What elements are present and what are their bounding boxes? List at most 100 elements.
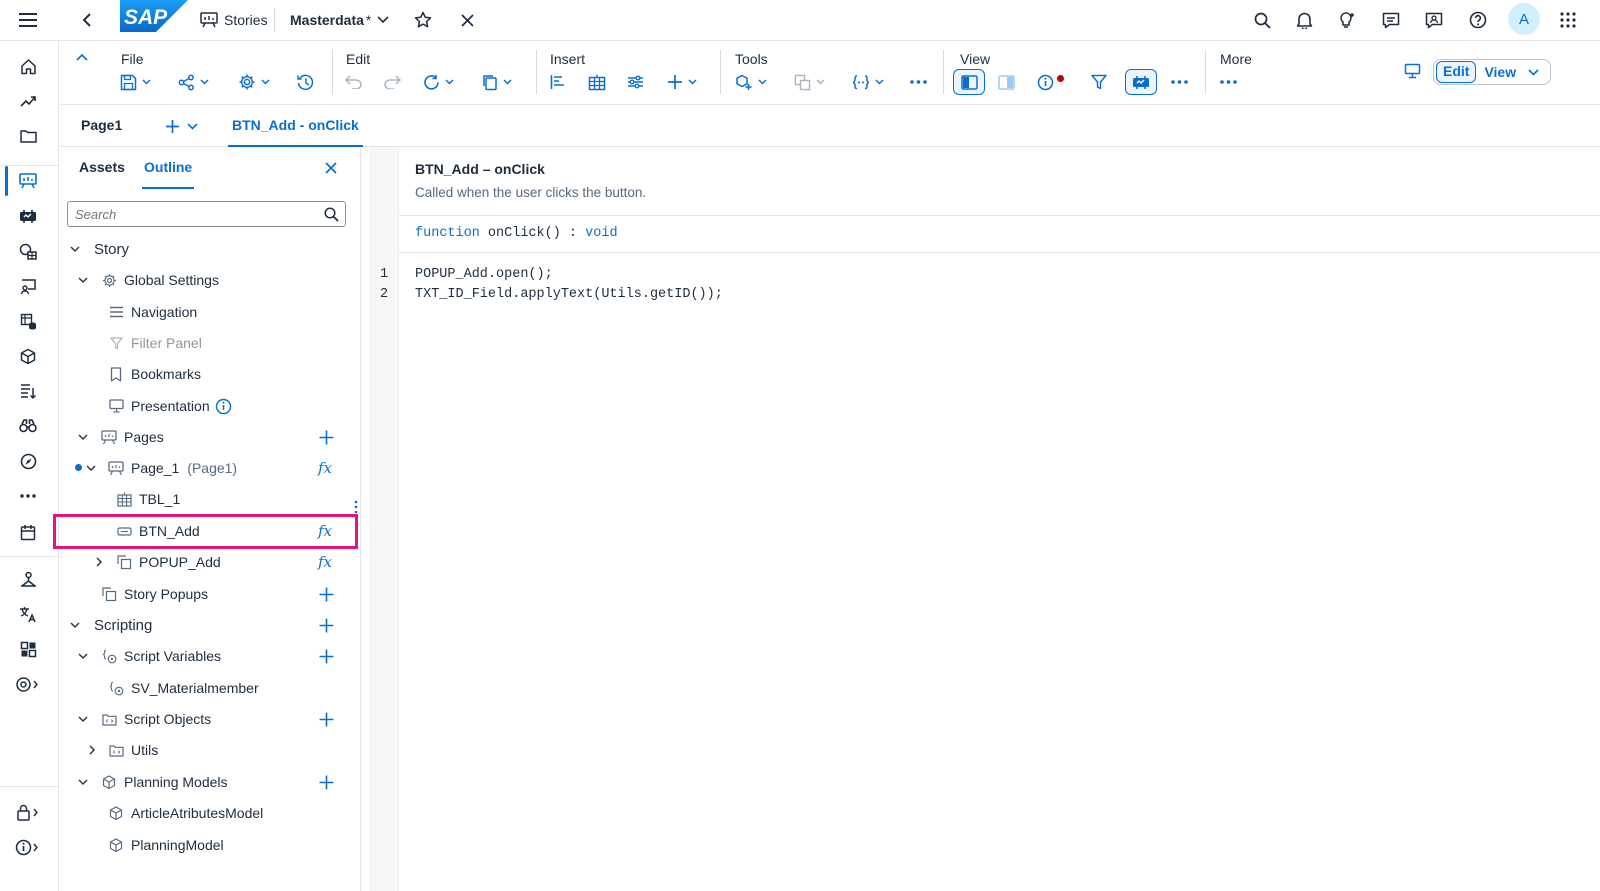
more-button[interactable] <box>1220 69 1237 95</box>
present-icon[interactable] <box>1400 59 1424 83</box>
add-popup-plus-icon[interactable] <box>316 584 336 604</box>
insert-more-button[interactable] <box>667 69 697 95</box>
modeler-cube-icon[interactable] <box>0 341 56 371</box>
tree-bookmarks[interactable]: Bookmarks <box>107 359 201 389</box>
view-mode-button[interactable]: View <box>1484 64 1516 80</box>
chevron-right-icon[interactable] <box>92 555 106 569</box>
add-variable-plus-icon[interactable] <box>316 646 336 666</box>
resize-handle[interactable] <box>354 500 358 514</box>
tree-pages[interactable]: Pages <box>100 422 164 452</box>
sap-logo[interactable]: SAP <box>120 0 188 32</box>
chevron-right-icon[interactable] <box>85 743 99 757</box>
calendar-icon[interactable] <box>0 517 56 547</box>
tree-article-model[interactable]: ArticleAtributesModel <box>107 798 263 828</box>
tree-btn-add[interactable]: BTN_Add <box>115 516 200 546</box>
tree-sv-materialmember[interactable]: SV_Materialmember <box>107 673 259 703</box>
info-icon[interactable] <box>215 398 232 415</box>
history-button[interactable] <box>297 69 315 95</box>
chevron-down-icon[interactable] <box>76 649 90 663</box>
settings-expand-icon[interactable] <box>0 669 56 699</box>
copy-formatting-button[interactable] <box>794 69 825 95</box>
filter-button[interactable] <box>1091 69 1107 95</box>
tree-script-objects[interactable]: Script Objects <box>100 704 211 734</box>
fx-script-icon[interactable]: ƒx <box>316 552 336 572</box>
binoculars-icon[interactable] <box>0 411 56 441</box>
search-icon[interactable] <box>324 206 339 222</box>
help-icon[interactable] <box>1464 6 1492 34</box>
tab-outline[interactable]: Outline <box>142 147 195 189</box>
tree-utils[interactable]: Utils <box>107 735 158 765</box>
tree-planning-model[interactable]: PlanningModel <box>107 830 224 860</box>
code-line[interactable]: POPUP_Add.open(); <box>415 265 1595 285</box>
digital-boardroom-icon[interactable] <box>0 271 56 301</box>
fx-script-icon[interactable]: ƒx <box>316 458 336 478</box>
insert-input-control-button[interactable] <box>627 69 644 95</box>
more-dots-icon[interactable] <box>0 481 56 511</box>
search-input[interactable] <box>68 203 324 225</box>
tree-presentation[interactable]: Presentation <box>107 391 232 421</box>
chevron-down-icon[interactable] <box>68 242 82 256</box>
discussions-icon[interactable] <box>1377 6 1405 34</box>
share-menu-button[interactable] <box>178 69 209 95</box>
tree-global-settings[interactable]: Global Settings <box>100 265 219 295</box>
collapse-toolbar-icon[interactable] <box>74 49 90 65</box>
security-user-icon[interactable] <box>0 564 56 594</box>
chevron-down-icon[interactable] <box>76 775 90 789</box>
tree-popup-add[interactable]: POPUP_Add <box>115 547 221 577</box>
add-model-plus-icon[interactable] <box>316 772 336 792</box>
tree-story[interactable]: Story <box>94 234 129 264</box>
insert-table-button[interactable] <box>588 69 606 95</box>
add-script-object-plus-icon[interactable] <box>316 709 336 729</box>
tree-planning-models[interactable]: Planning Models <box>100 767 228 797</box>
stories-nav-icon[interactable] <box>0 166 56 196</box>
scripting-menu-button[interactable] <box>852 69 884 95</box>
tab-assets[interactable]: Assets <box>79 159 125 175</box>
datasets-icon[interactable] <box>0 236 56 266</box>
data-sources-icon[interactable] <box>0 306 56 336</box>
tree-story-popups[interactable]: Story Popups <box>100 579 208 609</box>
notifications-bell-icon[interactable] <box>1290 6 1318 34</box>
chevron-down-icon[interactable] <box>76 273 90 287</box>
chevron-down-icon[interactable] <box>68 618 82 632</box>
menu-icon[interactable] <box>14 6 42 34</box>
right-panel-toggle[interactable] <box>998 69 1015 95</box>
catalog-icon[interactable] <box>0 634 56 664</box>
tree-navigation[interactable]: Navigation <box>107 297 197 327</box>
tools-menu-button[interactable] <box>735 69 767 95</box>
tree-tbl-1[interactable]: TBL_1 <box>115 484 180 514</box>
home-icon[interactable] <box>0 51 56 81</box>
tree-filter-panel[interactable]: Filter Panel <box>107 328 202 358</box>
stories-link[interactable]: Stories <box>200 8 268 32</box>
data-actions-icon[interactable] <box>0 376 56 406</box>
close-icon[interactable] <box>454 6 480 34</box>
chevron-down-icon[interactable] <box>76 712 90 726</box>
app-grid-icon[interactable] <box>1554 6 1582 34</box>
trend-icon[interactable] <box>0 86 56 116</box>
add-page-plus-icon[interactable] <box>316 427 336 447</box>
code-area[interactable]: POPUP_Add.open(); TXT_ID_Field.applyText… <box>415 265 1595 865</box>
insert-chart-button[interactable] <box>550 69 566 95</box>
view-overflow-button[interactable] <box>1171 69 1188 95</box>
tab-page1[interactable]: Page1 <box>81 117 122 133</box>
tree-scripting[interactable]: Scripting <box>94 610 152 640</box>
tools-overflow-button[interactable] <box>910 69 927 95</box>
left-panel-toggle[interactable] <box>953 69 985 95</box>
undo-button[interactable] <box>345 69 362 95</box>
search-icon[interactable] <box>1248 6 1276 34</box>
chevron-down-icon[interactable] <box>76 430 90 444</box>
info-panel-button[interactable] <box>1037 69 1064 95</box>
lock-expand-icon[interactable] <box>0 797 56 827</box>
scripting-toggle[interactable] <box>1125 69 1157 95</box>
code-line[interactable]: TXT_ID_Field.applyText(Utils.getID()); <box>415 285 1595 305</box>
fx-script-icon[interactable]: ƒx <box>316 521 336 541</box>
save-menu-button[interactable] <box>120 69 151 95</box>
copy-menu-button[interactable] <box>482 69 512 95</box>
folder-icon[interactable] <box>0 121 56 151</box>
tree-page-1[interactable]: Page_1 (Page1) <box>107 453 237 483</box>
analytic-application-icon[interactable] <box>0 201 56 231</box>
chevron-down-icon[interactable] <box>84 461 98 475</box>
tree-script-variables[interactable]: Script Variables <box>100 641 221 671</box>
translation-icon[interactable] <box>0 599 56 629</box>
add-page-button[interactable] <box>165 117 198 135</box>
chevron-down-icon[interactable] <box>1528 68 1539 76</box>
